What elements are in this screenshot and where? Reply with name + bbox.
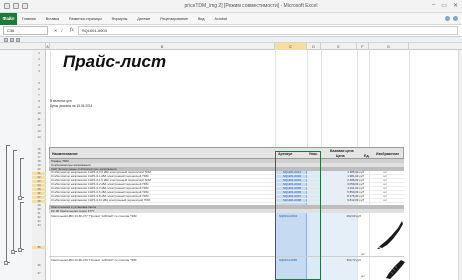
quick-access-toolbar [4,3,28,9]
header-ed: Ед. [364,154,370,158]
undo-icon[interactable] [13,3,19,9]
sheet-title: Прайс-лист [63,52,167,71]
collapse-group-1-icon[interactable]: − [4,261,8,265]
section-row: КС 00 Светильники серии 4??? [49,209,404,213]
product-price: 304,72 руб [346,258,361,262]
ribbon-minimize-icon[interactable] [453,16,458,21]
formula-bar: C36 ✕ ✓ fx SQ1001-0003 [0,25,462,37]
select-all-corner[interactable] [0,43,46,50]
row-header[interactable]: 1 [32,51,46,55]
row-header[interactable]: 13 [32,129,46,133]
column-header-g[interactable]: G [369,43,409,50]
tab-view[interactable]: Вид [193,17,210,21]
outline-level-2-button[interactable]: 2 [10,37,14,42]
tab-data[interactable]: Данные [132,17,155,21]
vertical-scrollbar[interactable] [458,50,462,280]
tab-review[interactable]: Рецензирование [155,17,193,21]
lamp-body-icon [386,260,405,279]
collapse-group-2-icon[interactable]: − [11,250,15,254]
tab-page-layout[interactable]: Разметка страницы [64,17,107,21]
collapse-group-4-icon[interactable]: − [18,248,22,252]
row-header[interactable]: 35 [32,245,46,250]
row-header[interactable]: 11 [32,117,46,121]
item-price: 9 812,00 руб [347,198,364,202]
lamp-product-image [386,260,405,279]
tab-insert[interactable]: Вставка [41,17,64,21]
cancel-icon[interactable]: ✕ [54,28,57,33]
item-name: Стабилизатор напряжения СНР1-0-10 кВА эл… [51,199,151,202]
product-name: Светильник НБО 23-60-477 "Поляна" 1х60 Е… [51,214,137,218]
save-icon[interactable] [4,3,10,9]
minimize-button[interactable]: – [432,2,435,9]
lamp-base-icon [377,247,380,249]
row-header[interactable]: 3 [32,63,46,67]
row-header[interactable]: 14 [32,135,46,139]
window-controls: – ▭ ✕ [432,2,458,9]
title-bar: priceTDM_img 2] [Режим совместимости] - … [0,0,462,13]
outline-level-3-button[interactable]: 3 [16,37,20,42]
header-image: Изображение [376,152,400,156]
row-header[interactable]: 4 [32,69,46,73]
item-unit: шт [383,198,387,202]
outline-level-1-button[interactable]: 1 [4,37,8,42]
row-header[interactable]: 37 [32,271,46,275]
help-icon[interactable] [445,16,450,21]
header-price: Цена [336,154,345,158]
formula-input[interactable]: SQ1001-0003 [77,26,458,35]
formula-buttons: ✕ ✓ [54,28,64,33]
row-header[interactable]: 12 [32,123,46,127]
enter-icon[interactable]: ✓ [60,28,63,33]
note-currency: В валютах цен [50,99,72,103]
tab-file[interactable]: Файл [0,12,17,25]
close-button[interactable]: ✕ [453,2,458,9]
row-header[interactable]: 7 [32,93,46,97]
table-row[interactable]: Стабилизатор напряжения СНР1-0-10 кВА эл… [49,198,404,203]
row-header[interactable]: 10 [32,111,46,115]
row-header[interactable]: 8 [32,99,46,103]
outline-bracket-level-3b [20,202,24,250]
row-divider [49,256,404,257]
tab-home[interactable]: Главная [17,17,41,21]
worksheet[interactable]: Прайс-лист В валютах цен Цены указаны на… [46,50,462,280]
product-price: 292,09 руб [346,214,361,218]
note-date: Цены указаны на 15.05.2014 [50,104,93,108]
maximize-button[interactable]: ▭ [441,2,447,9]
row-header[interactable]: 2 [32,57,46,61]
outline-bracket-level-2 [13,150,17,252]
name-box[interactable]: C36 [3,26,48,35]
column-header-f[interactable]: F [357,43,369,50]
grid-line [409,50,410,280]
row-header[interactable]: 5 [32,81,46,85]
header-base-price: Базовая цена [330,149,354,153]
ribbon-right-icons [445,16,462,21]
selection-range [275,151,321,280]
window-title: priceTDM_img 2] [Режим совместимости] - … [184,3,318,9]
redo-icon[interactable] [22,3,28,9]
row-header[interactable]: 6 [32,87,46,91]
header-name: Наименование [52,152,78,156]
row-headers: 1 2 3 4 5 6 7 8 9 10 11 12 13 14 15 16 1… [32,50,46,280]
ribbon-tabs: Файл Главная Вставка Разметка страницы Ф… [0,12,462,25]
table-header: Наименование Артикул Упак. Базовая цена … [49,147,404,159]
fx-icon[interactable]: fx [70,28,74,33]
outline-bracket-level-1 [6,145,10,263]
lamp-product-image [377,221,403,249]
column-header-e[interactable]: E [321,43,357,50]
tab-acrobat[interactable]: Acrobat [210,17,232,21]
column-header-d[interactable]: D [307,43,321,50]
row-header[interactable]: 34 [32,223,46,227]
row-header[interactable]: 36 [32,263,46,267]
column-header-b[interactable]: B [50,43,275,50]
column-headers: A B C D E F G [0,43,462,50]
row-header[interactable]: 9 [32,105,46,109]
product-unit: шт [361,274,365,278]
collapse-group-3-icon[interactable]: − [18,196,22,200]
outline-bracket-level-3 [20,158,24,198]
column-header-c[interactable]: C [275,43,307,50]
lamp-shade-icon [379,221,403,248]
tab-formulas[interactable]: Формулы [107,17,133,21]
product-name: Светильник НБО 23-60-479 "Поляна" 1х60 Е… [51,258,137,262]
